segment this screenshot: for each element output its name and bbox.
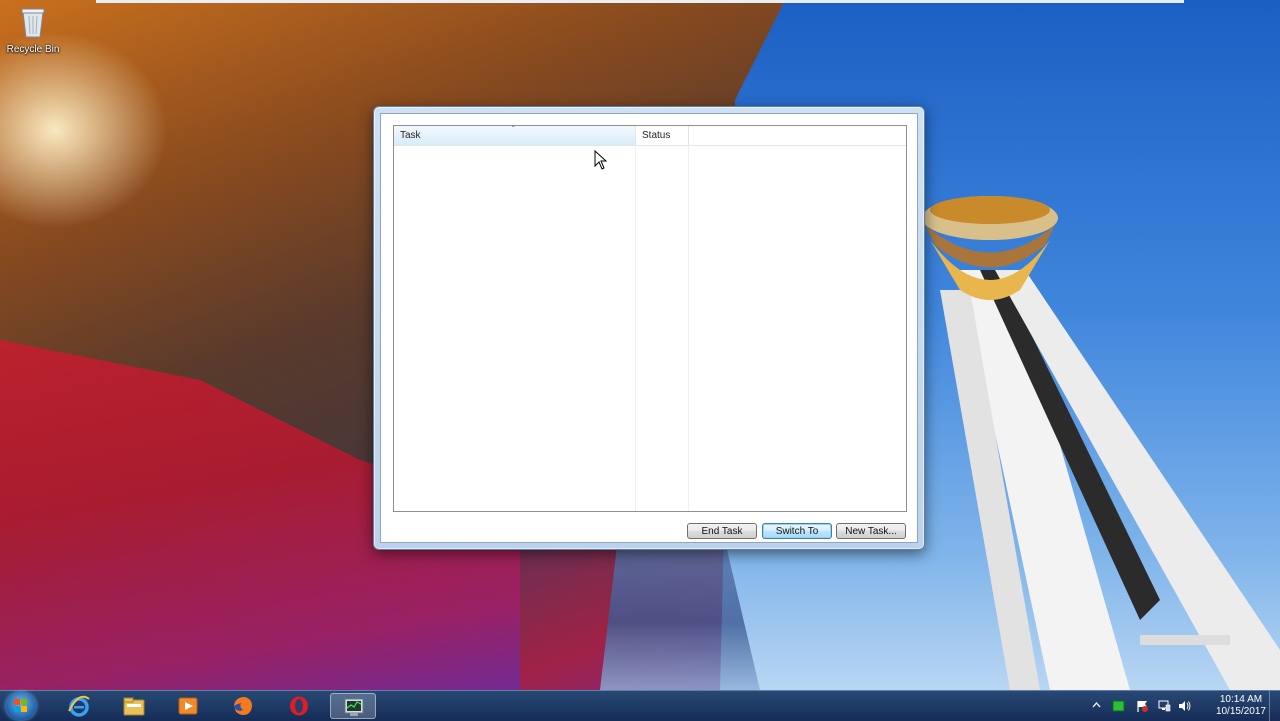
system-tray: 10:14 AM 10/15/2017 (1090, 691, 1280, 721)
desktop-icon-recycle-bin[interactable]: Recycle Bin (4, 6, 62, 55)
taskbar-media-player[interactable] (165, 693, 211, 719)
listview-header: Task ˆ Status (394, 126, 906, 146)
opera-icon (290, 696, 308, 716)
wallpaper-space-needle (922, 196, 1280, 690)
network-icon[interactable] (1158, 700, 1171, 712)
new-task-button[interactable]: New Task... (836, 523, 906, 539)
clock-date: 10/15/2017 (1215, 706, 1266, 717)
column-header-status[interactable]: Status (636, 126, 689, 145)
taskbar-windows-explorer[interactable] (111, 693, 157, 719)
media-player-icon (178, 697, 198, 715)
task-list-window[interactable]: Task ˆ Status End Task Switch To New Tas… (373, 106, 925, 550)
green-status-icon[interactable] (1112, 700, 1125, 712)
task-manager-icon (344, 698, 364, 716)
taskbar: 10:14 AM 10/15/2017 (0, 690, 1280, 721)
show-hidden-icons-icon[interactable] (1092, 700, 1101, 712)
action-center-flag-icon[interactable] (1136, 700, 1149, 712)
taskbar-task-manager[interactable] (330, 693, 376, 719)
column-separator (635, 145, 636, 511)
taskbar-clock[interactable]: 10:14 AM 10/15/2017 (1216, 694, 1266, 718)
column-label-task: Task (400, 130, 421, 141)
column-header-task[interactable]: Task ˆ (394, 126, 636, 145)
taskbar-firefox[interactable] (220, 693, 266, 719)
taskbar-opera[interactable] (276, 693, 322, 719)
internet-explorer-icon (68, 695, 90, 717)
firefox-icon (234, 697, 252, 715)
recycle-bin-icon (21, 8, 45, 38)
end-task-button[interactable]: End Task (687, 523, 757, 539)
show-desktop-button[interactable] (1269, 691, 1280, 721)
window-client-area: Task ˆ Status End Task Switch To New Tas… (380, 113, 918, 543)
windows-explorer-icon (123, 697, 145, 716)
clock-time: 10:14 AM (1219, 694, 1263, 705)
switch-to-button[interactable]: Switch To (762, 523, 832, 539)
mouse-cursor-icon (594, 150, 608, 170)
volume-icon[interactable] (1178, 700, 1191, 712)
sort-ascending-icon: ˆ (512, 125, 515, 134)
column-separator (688, 145, 689, 511)
task-listview[interactable]: Task ˆ Status (393, 125, 907, 512)
desktop-icon-label: Recycle Bin (6, 44, 60, 55)
taskbar-internet-explorer[interactable] (56, 693, 102, 719)
top-window-edge (96, 0, 1184, 3)
start-button[interactable] (6, 692, 36, 720)
windows-logo-icon (14, 699, 27, 712)
column-label-status: Status (642, 130, 671, 141)
